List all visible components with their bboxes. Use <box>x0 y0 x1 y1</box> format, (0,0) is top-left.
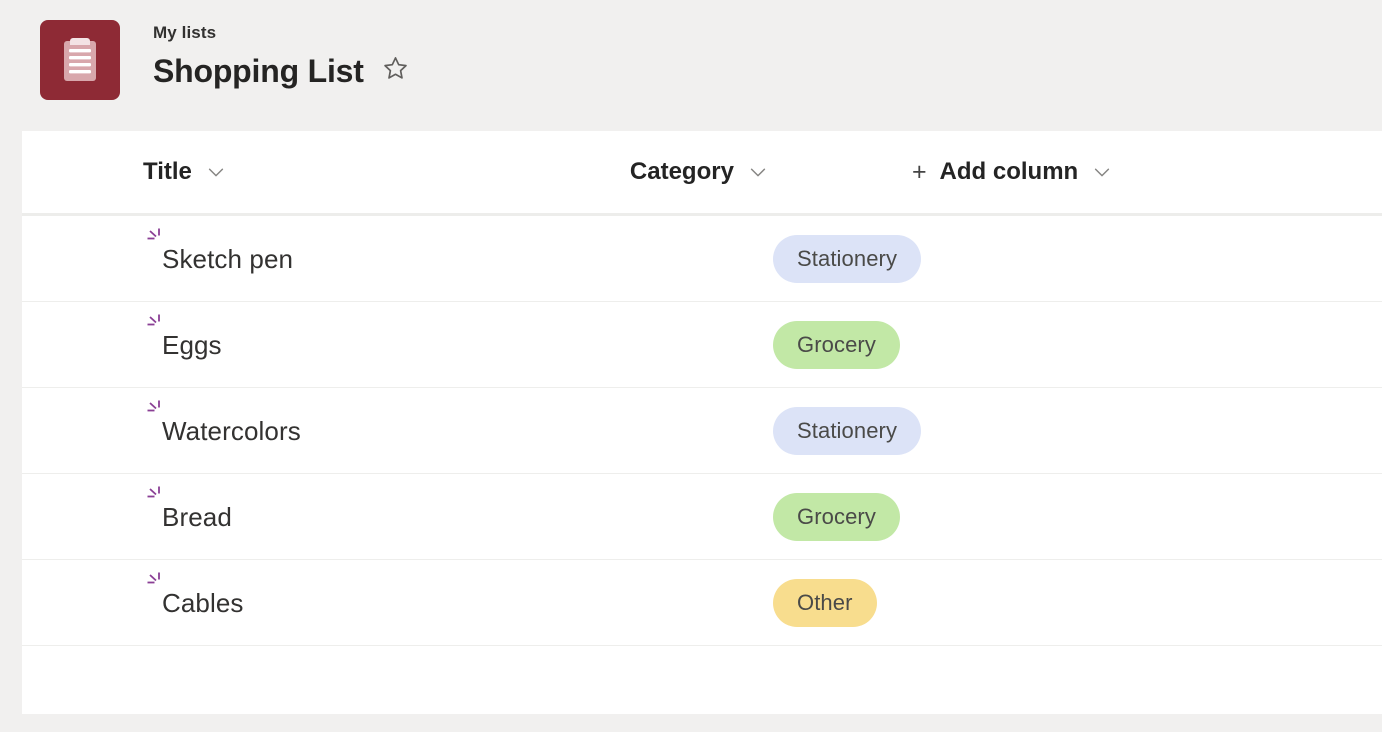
header-text-block: My lists Shopping List <box>153 20 410 91</box>
category-pill[interactable]: Other <box>773 579 877 627</box>
chevron-down-icon[interactable] <box>205 161 227 183</box>
row-title: Eggs <box>162 329 222 361</box>
category-pill[interactable]: Stationery <box>773 235 921 283</box>
list-table-card: Title Category + Add column <box>22 131 1382 714</box>
add-column-label: Add column <box>940 158 1079 186</box>
list-icon-tile <box>40 20 120 100</box>
star-outline-icon <box>382 55 409 87</box>
add-column-button[interactable]: + Add column <box>912 158 1113 186</box>
cell-category[interactable]: Grocery <box>773 321 900 369</box>
table-row[interactable]: Cables Other <box>22 560 1382 646</box>
row-title: Cables <box>162 587 244 619</box>
category-pill[interactable]: Grocery <box>773 321 900 369</box>
cell-category[interactable]: Grocery <box>773 493 900 541</box>
sparkle-icon <box>146 485 168 507</box>
column-header-category-label: Category <box>630 158 734 186</box>
cell-category[interactable]: Stationery <box>773 407 921 455</box>
clipboard-icon <box>58 35 102 85</box>
cell-title[interactable]: Cables <box>143 587 773 619</box>
category-pill[interactable]: Stationery <box>773 407 921 455</box>
table-row[interactable]: Eggs Grocery <box>22 302 1382 388</box>
row-title: Bread <box>162 501 232 533</box>
title-row: Shopping List <box>153 51 410 91</box>
chevron-down-icon[interactable] <box>1091 161 1113 183</box>
sparkle-icon <box>146 571 168 593</box>
column-header-category[interactable]: Category <box>630 158 769 186</box>
favorite-star-button[interactable] <box>382 57 410 85</box>
new-item-row[interactable] <box>22 646 1382 732</box>
cell-category[interactable]: Other <box>773 579 877 627</box>
chevron-down-icon[interactable] <box>747 161 769 183</box>
table-header-row: Title Category + Add column <box>22 131 1382 216</box>
plus-icon: + <box>912 160 927 185</box>
row-title: Watercolors <box>162 415 301 447</box>
sparkle-icon <box>146 227 168 249</box>
cell-title[interactable]: Watercolors <box>143 415 773 447</box>
column-header-title-label: Title <box>143 158 192 186</box>
category-pill[interactable]: Grocery <box>773 493 900 541</box>
sparkle-icon <box>146 399 168 421</box>
sparkle-icon <box>146 313 168 335</box>
table-row[interactable]: Bread Grocery <box>22 474 1382 560</box>
page-header: My lists Shopping List <box>0 0 1382 131</box>
cell-title[interactable]: Eggs <box>143 329 773 361</box>
table-row[interactable]: Sketch pen Stationery <box>22 216 1382 302</box>
breadcrumb[interactable]: My lists <box>153 22 410 44</box>
page-title: Shopping List <box>153 51 364 91</box>
table-row[interactable]: Watercolors Stationery <box>22 388 1382 474</box>
cell-category[interactable]: Stationery <box>773 235 921 283</box>
cell-title[interactable]: Bread <box>143 501 773 533</box>
column-header-title[interactable]: Title <box>143 158 227 186</box>
cell-title[interactable]: Sketch pen <box>143 243 773 275</box>
row-title: Sketch pen <box>162 243 293 275</box>
